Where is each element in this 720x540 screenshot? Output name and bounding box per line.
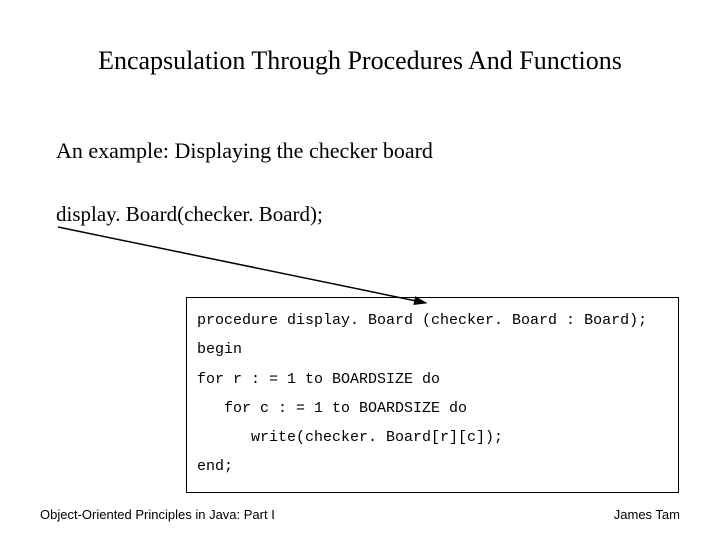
code-line: begin	[197, 335, 668, 364]
arrow-connector	[56, 215, 436, 310]
footer-right: James Tam	[614, 507, 680, 522]
slide-title: Encapsulation Through Procedures And Fun…	[0, 46, 720, 76]
procedure-call: display. Board(checker. Board);	[56, 202, 323, 227]
code-line: for c : = 1 to BOARDSIZE do	[197, 394, 668, 423]
code-line: for r : = 1 to BOARDSIZE do	[197, 365, 668, 394]
code-line: end;	[197, 452, 668, 481]
slide: Encapsulation Through Procedures And Fun…	[0, 0, 720, 540]
code-line: write(checker. Board[r][c]);	[197, 423, 668, 452]
example-heading: An example: Displaying the checker board	[56, 138, 433, 164]
code-line: procedure display. Board (checker. Board…	[197, 306, 668, 335]
footer-left: Object-Oriented Principles in Java: Part…	[40, 507, 275, 522]
code-box: procedure display. Board (checker. Board…	[186, 297, 679, 493]
